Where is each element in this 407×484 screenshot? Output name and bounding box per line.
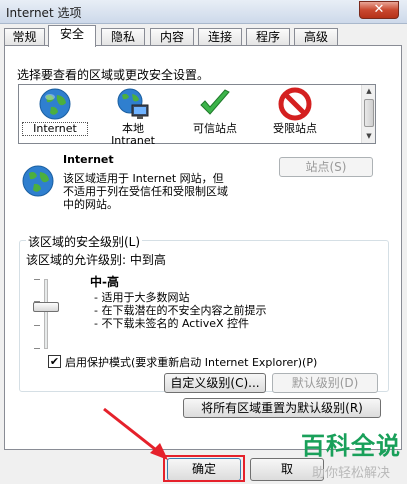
- security-level-group: 该区域的安全级别(L) 该区域的允许级别: 中到高 中-高 - 适用于大多数网站…: [19, 233, 389, 393]
- checkmark-icon: ✔: [49, 355, 60, 368]
- zone-local-intranet[interactable]: 本地 Intranet: [101, 87, 165, 147]
- level-bullet: - 在下载潜在的不安全内容之前提示: [94, 304, 267, 317]
- allowed-levels-text: 该区域的允许级别: 中到高: [26, 253, 166, 267]
- tab-security[interactable]: 安全: [48, 25, 96, 47]
- level-bullet: - 不下载未签名的 ActiveX 控件: [94, 317, 250, 330]
- reset-all-zones-button[interactable]: 将所有区域重置为默认级别(R): [183, 398, 381, 418]
- scroll-thumb[interactable]: [364, 99, 374, 127]
- security-level-legend: 该区域的安全级别(L): [26, 233, 143, 250]
- watermark-main: 百科全说: [301, 432, 401, 460]
- scroll-up-icon[interactable]: ▲: [363, 85, 375, 97]
- zone-description: 该区域适用于 Internet 网站，但 不适用于列在受信任和受限制区域 中的网…: [63, 172, 228, 211]
- watermark-sub: 助你轻松解决: [311, 466, 390, 481]
- tab-general[interactable]: 常规: [4, 28, 45, 46]
- tab-programs[interactable]: 程序: [246, 28, 290, 46]
- restricted-icon: [278, 87, 312, 121]
- security-panel: 选择要查看的区域或更改安全设置。 Internet 本地 Intranet 可信…: [4, 45, 402, 450]
- slider-tick: [34, 325, 40, 326]
- selected-zone-globe-icon: [21, 164, 55, 201]
- slider-tick: [34, 279, 40, 280]
- zone-label: Internet: [22, 122, 88, 136]
- sites-button[interactable]: 站点(S): [279, 157, 373, 177]
- tab-content[interactable]: 内容: [150, 28, 194, 46]
- globe-icon: [38, 87, 72, 121]
- annotation-arrow-icon: [103, 407, 168, 460]
- zone-label: 本地 Intranet: [111, 122, 155, 147]
- tab-connections[interactable]: 连接: [198, 28, 242, 46]
- intranet-icon: [116, 87, 150, 121]
- level-bullet: - 适用于大多数网站: [94, 291, 190, 304]
- instruction-text: 选择要查看的区域或更改安全设置。: [17, 68, 210, 82]
- level-bullet-list: - 适用于大多数网站 - 在下载潜在的不安全内容之前提示 - 不下载未签名的 A…: [94, 291, 266, 330]
- level-name: 中-高: [90, 275, 119, 289]
- selected-zone-title: Internet: [63, 153, 114, 166]
- zone-internet[interactable]: Internet: [22, 87, 88, 136]
- scroll-down-icon[interactable]: ▼: [363, 130, 375, 142]
- custom-level-button[interactable]: 自定义级别(C)...: [164, 373, 266, 393]
- zone-label: 受限站点: [273, 122, 317, 135]
- security-slider-thumb[interactable]: [33, 302, 59, 312]
- zone-restricted-sites[interactable]: 受限站点: [263, 87, 327, 135]
- zone-list: Internet 本地 Intranet 可信站点 受限站点 ▲ ▼: [18, 84, 376, 147]
- window-title: Internet 选项: [6, 6, 82, 20]
- close-button[interactable]: ✕: [359, 1, 399, 19]
- protected-mode-label[interactable]: 启用保护模式(要求重新启动 Internet Explorer)(P): [65, 354, 317, 370]
- zone-list-scrollbar[interactable]: ▲ ▼: [361, 85, 375, 143]
- watermark: 百科全说 助你轻松解决: [301, 426, 401, 481]
- default-level-button[interactable]: 默认级别(D): [272, 373, 378, 393]
- tab-privacy[interactable]: 隐私: [101, 28, 145, 46]
- tab-advanced[interactable]: 高级: [294, 28, 338, 46]
- close-icon: ✕: [373, 2, 385, 17]
- zone-label: 可信站点: [193, 122, 237, 135]
- zone-trusted-sites[interactable]: 可信站点: [183, 87, 247, 135]
- security-slider-track[interactable]: [44, 279, 48, 349]
- title-bar: Internet 选项 ✕: [0, 0, 407, 24]
- checkmark-icon: [198, 87, 232, 121]
- protected-mode-checkbox[interactable]: ✔: [48, 355, 61, 368]
- slider-tick: [34, 348, 40, 349]
